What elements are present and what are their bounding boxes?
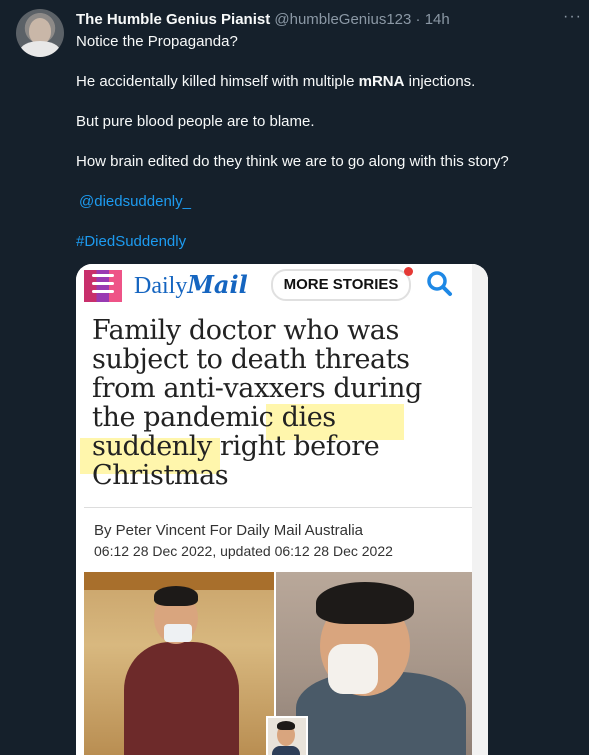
article-divider [84,507,472,508]
author-avatar[interactable] [16,9,64,57]
avatar-shirt [20,41,60,57]
headline-line: the pandemic dies [92,402,336,433]
mention-link[interactable]: @diedsuddenly_ [79,192,191,212]
article-headline: Family doctor who was subject to death t… [92,316,472,490]
tweet-line-3: But pure blood people are to blame. [76,113,315,130]
author-name[interactable]: The Humble Genius Pianist [76,11,270,28]
more-horizontal-icon[interactable]: ··· [563,8,582,26]
headline-line: suddenly right before [92,431,380,462]
tweet-line-1: Notice the Propaganda? [76,33,238,50]
tweet-line-2-end: injections. [408,73,476,90]
photo-doctor-smiling [84,572,274,755]
headline-line: subject to death threats [92,344,410,375]
article-dateline: 06:12 28 Dec 2022, updated 06:12 28 Dec … [94,543,393,559]
tweet-line-4: How brain edited do they think we are to… [76,153,509,170]
author-handle[interactable]: @humbleGenius123 [274,11,411,28]
headline-line: Family doctor who was [92,315,399,346]
media-edge-strip [472,264,488,755]
headline-line: from anti-vaxxers during [92,373,422,404]
dailymail-logo: DailyMail [134,270,248,301]
tweet-line-2-start: He accidentally killed himself with mult… [76,73,355,90]
headline-line: Christmas [92,460,229,491]
hashtag-link[interactable]: #DiedSuddendly [76,232,186,252]
notification-dot [404,267,413,276]
tweet-header: The Humble Genius Pianist @humbleGenius1… [76,10,450,30]
inset-photo [266,716,308,755]
more-stories-label: MORE STORIES [283,276,399,293]
tweet-time[interactable]: 14h [425,11,450,28]
search-icon [427,271,452,296]
brand-prefix: Daily [134,273,188,299]
more-stories-button: MORE STORIES [271,267,413,301]
tweet-bold-mrna: mRNA [358,73,405,90]
hamburger-menu-icon [92,274,114,298]
article-byline: By Peter Vincent For Daily Mail Australi… [94,522,363,539]
tweet-media-image[interactable]: DailyMail MORE STORIES Family doctor who… [76,264,488,755]
tweet-line-2: He accidentally killed himself with mult… [76,72,475,92]
brand-suffix: Mail [187,270,248,299]
dailymail-topbar: DailyMail MORE STORIES [76,264,488,306]
header-separator: · [415,11,421,28]
